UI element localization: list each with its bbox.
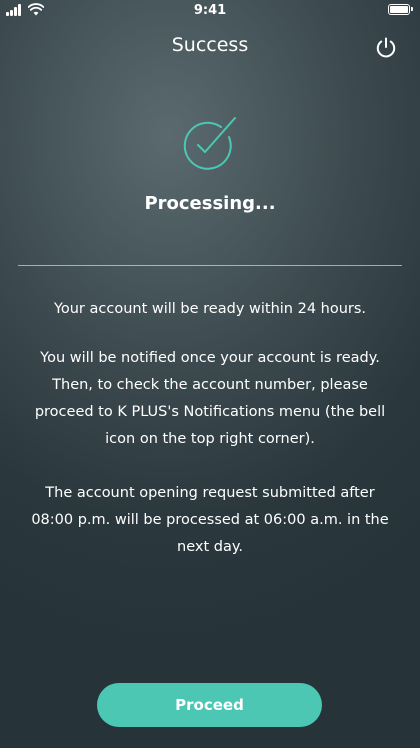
info-paragraph-ready-time: Your account will be ready within 24 hou… <box>53 301 367 317</box>
processing-label: Processing... <box>144 193 276 214</box>
divider <box>18 265 402 266</box>
power-icon[interactable] <box>374 36 398 60</box>
info-paragraph-notification: You will be notified once your account i… <box>34 350 386 447</box>
status-time: 9:41 <box>193 3 227 18</box>
check-circle-icon <box>183 117 236 170</box>
battery-icon <box>388 4 413 15</box>
proceed-button[interactable]: Proceed <box>97 683 322 727</box>
page-title: Success <box>171 34 249 56</box>
info-paragraph-cutoff: The account opening request submitted af… <box>31 485 389 555</box>
status-bar: 9:41 <box>0 0 420 24</box>
